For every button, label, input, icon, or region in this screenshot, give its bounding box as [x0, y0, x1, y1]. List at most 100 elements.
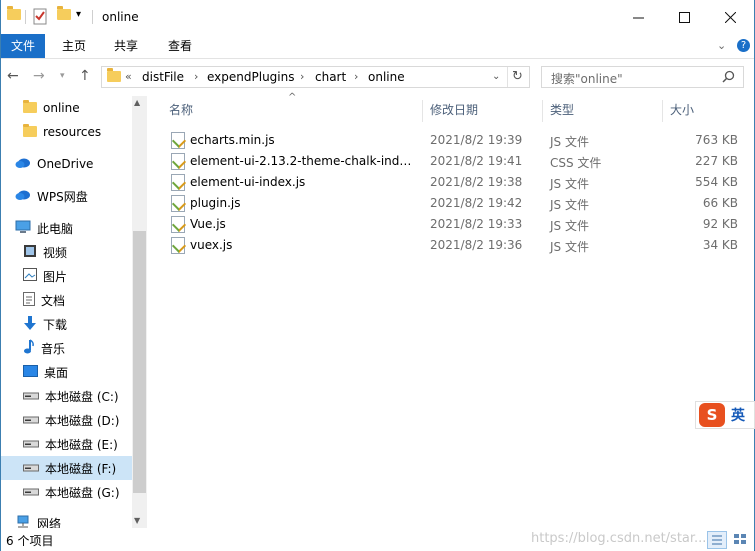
nav-scroll-thumb[interactable]: [133, 231, 146, 493]
sidebar-item[interactable]: 音乐: [1, 336, 132, 360]
maximize-button[interactable]: [661, 0, 707, 34]
tab-home[interactable]: 主页: [53, 34, 95, 58]
sidebar-item[interactable]: 本地磁盘 (G:): [1, 480, 132, 504]
breadcrumb-distfile[interactable]: distFile: [142, 70, 184, 84]
chevron-down-icon[interactable]: ⌄: [492, 71, 500, 82]
sidebar-item-label: 图片: [43, 269, 68, 284]
file-row[interactable]: element-ui-index.js 2021/8/2 19:38 JS 文件 55…: [166, 172, 746, 193]
sidebar-item[interactable]: 本地磁盘 (C:): [1, 384, 132, 408]
sidebar-item-label: 本地磁盘 (C:): [45, 389, 119, 404]
back-arrow-icon[interactable]: ←: [7, 68, 19, 84]
search-icon[interactable]: [722, 70, 735, 86]
sidebar-item[interactable]: 下载: [1, 312, 132, 336]
column-date[interactable]: 修改日期: [430, 96, 478, 124]
file-row[interactable]: plugin.js 2021/8/2 19:42 JS 文件 66 KB: [166, 193, 746, 214]
script-file-icon: [171, 153, 185, 170]
divider: [92, 10, 93, 24]
sidebar-item[interactable]: 本地磁盘 (E:): [1, 432, 132, 456]
file-name: element-ui-2.13.2-theme-chalk-index....: [190, 154, 416, 168]
overflow-icon[interactable]: «: [125, 70, 132, 83]
scroll-down-icon[interactable]: ▼: [134, 516, 140, 525]
sidebar-item[interactable]: resources: [1, 120, 132, 144]
file-row[interactable]: element-ui-2.13.2-theme-chalk-index.... 2…: [166, 151, 746, 172]
sidebar-item[interactable]: WPS网盘: [1, 184, 132, 208]
tab-view[interactable]: 查看: [159, 34, 201, 58]
chevron-right-icon[interactable]: ›: [194, 70, 198, 83]
drive-icon: [23, 389, 39, 403]
file-type: JS 文件: [550, 135, 589, 149]
sidebar-item-label: 本地磁盘 (E:): [45, 437, 118, 452]
sidebar-item[interactable]: 桌面: [1, 360, 132, 384]
sidebar-item-label: 视频: [43, 245, 68, 260]
column-type[interactable]: 类型: [550, 96, 574, 124]
explorer-window: ▾ online 文件 主页 共享 查看 ⌄ ? ← → ▾ ↑ « distF…: [0, 0, 755, 551]
folder-icon: [7, 6, 21, 25]
new-folder-icon[interactable]: [57, 6, 71, 25]
picture-icon: [23, 268, 37, 284]
chevron-right-icon[interactable]: ›: [354, 70, 358, 83]
help-icon[interactable]: ?: [737, 39, 750, 52]
chevron-down-icon[interactable]: ▾: [76, 9, 81, 25]
sidebar-item[interactable]: online: [1, 96, 132, 120]
breadcrumb-online[interactable]: online: [368, 70, 405, 84]
search-input[interactable]: 搜索"online": [541, 66, 744, 88]
refresh-icon[interactable]: ↻: [512, 69, 523, 84]
properties-icon[interactable]: [33, 8, 48, 25]
scroll-up-icon[interactable]: ▲: [134, 98, 140, 107]
file-size: 34 KB: [702, 238, 738, 252]
sidebar-item-label: 网络: [37, 516, 62, 529]
file-row[interactable]: vuex.js 2021/8/2 19:36 JS 文件 34 KB: [166, 235, 746, 256]
video-icon: [23, 244, 37, 261]
sidebar-item[interactable]: 文档: [1, 288, 132, 312]
tab-file[interactable]: 文件: [1, 34, 45, 58]
sidebar-item-label: 下载: [43, 317, 68, 332]
details-view-icon[interactable]: [707, 531, 727, 549]
sidebar-item[interactable]: 此电脑: [1, 216, 132, 240]
ime-indicator[interactable]: S 英: [695, 401, 755, 429]
sidebar-item[interactable]: 图片: [1, 264, 132, 288]
drive-icon: [23, 461, 39, 475]
sidebar-item-label: online: [43, 101, 80, 115]
sidebar-item[interactable]: 网络: [1, 511, 132, 528]
file-date: 2021/8/2 19:36: [430, 238, 523, 252]
document-icon: [23, 291, 35, 309]
column-size[interactable]: 大小: [670, 96, 694, 124]
recent-chevron-icon[interactable]: ▾: [60, 71, 65, 81]
download-icon: [23, 315, 37, 333]
script-file-icon: [171, 237, 185, 254]
address-bar[interactable]: « distFile › expendPlugins › chart › onl…: [101, 66, 530, 88]
sidebar-item-label: 本地磁盘 (G:): [45, 485, 120, 500]
ribbon-expand-icon[interactable]: ⌄: [717, 39, 726, 52]
tab-share[interactable]: 共享: [105, 34, 147, 58]
sidebar-item[interactable]: 本地磁盘 (D:): [1, 408, 132, 432]
close-button[interactable]: [707, 0, 753, 34]
item-count: 6 个项目: [6, 534, 54, 548]
up-arrow-icon[interactable]: ↑: [79, 68, 91, 84]
file-row[interactable]: echarts.min.js 2021/8/2 19:39 JS 文件 763 KB: [166, 130, 746, 151]
file-type: JS 文件: [550, 240, 589, 254]
column-name[interactable]: 名称: [169, 96, 193, 124]
file-date: 2021/8/2 19:41: [430, 154, 523, 168]
drive-icon: [23, 437, 39, 451]
search-placeholder: 搜索"online": [551, 72, 623, 86]
file-type: JS 文件: [550, 198, 589, 212]
file-size: 92 KB: [702, 217, 738, 231]
sidebar-item[interactable]: 视频: [1, 240, 132, 264]
minimize-button[interactable]: [615, 0, 661, 34]
chevron-right-icon[interactable]: ›: [300, 70, 304, 83]
file-size: 763 KB: [695, 133, 738, 147]
sidebar-item-label: OneDrive: [37, 157, 94, 171]
breadcrumb-expendplugins[interactable]: expendPlugins: [207, 70, 294, 84]
large-icons-view-icon[interactable]: [731, 531, 751, 549]
sidebar-item-label: 文档: [41, 293, 66, 308]
breadcrumb-chart[interactable]: chart: [315, 70, 346, 84]
file-type: CSS 文件: [550, 156, 602, 170]
cloud-icon: [15, 189, 31, 203]
file-row[interactable]: Vue.js 2021/8/2 19:33 JS 文件 92 KB: [166, 214, 746, 235]
divider: [662, 100, 663, 122]
sidebar-item[interactable]: 本地磁盘 (F:): [1, 456, 132, 480]
forward-arrow-icon[interactable]: →: [33, 68, 45, 84]
sidebar-item-label: WPS网盘: [37, 189, 88, 204]
file-date: 2021/8/2 19:33: [430, 217, 523, 231]
sidebar-item[interactable]: OneDrive: [1, 152, 132, 176]
